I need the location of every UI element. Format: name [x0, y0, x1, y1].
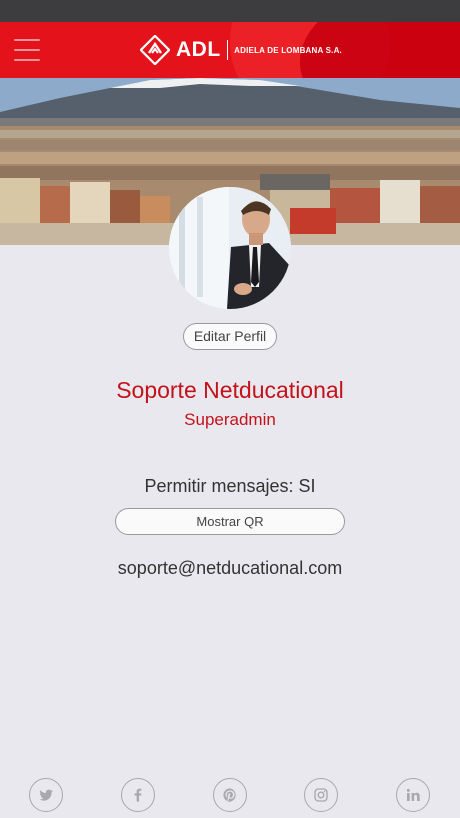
status-bar [0, 0, 460, 22]
linkedin-link[interactable] [396, 778, 430, 812]
logo-subtitle: ADIELA DE LOMBANA S.A. [234, 45, 342, 55]
profile-email: soporte@netducational.com [117, 558, 343, 578]
app-header: ADL ADIELA DE LOMBANA S.A. [0, 22, 460, 78]
instagram-link[interactable] [304, 778, 338, 812]
hamburger-menu-button[interactable] [14, 39, 40, 61]
pinterest-link[interactable] [213, 778, 247, 812]
edit-profile-button[interactable]: Editar Perfil [183, 323, 277, 350]
linkedin-icon [406, 788, 420, 801]
menu-line [14, 59, 40, 61]
profile-name: Soporte Netducational [116, 377, 344, 403]
allow-messages-status: Permitir mensajes: SI [144, 476, 316, 496]
logo-diamond-icon [140, 35, 170, 65]
profile-role: Superadmin [184, 410, 276, 429]
brand-logo: ADL ADIELA DE LOMBANA S.A. [140, 34, 342, 66]
pinterest-icon [223, 788, 236, 802]
profile-avatar [169, 187, 291, 309]
show-qr-button[interactable]: Mostrar QR [115, 508, 345, 535]
twitter-link[interactable] [29, 778, 63, 812]
avatar-photo [169, 187, 291, 309]
twitter-icon [39, 789, 53, 801]
social-links [0, 778, 460, 814]
menu-line [14, 49, 40, 51]
menu-line [14, 39, 40, 41]
facebook-link[interactable] [121, 778, 155, 812]
logo-text: ADL [176, 38, 221, 61]
facebook-icon [134, 788, 142, 802]
logo-separator [226, 40, 229, 60]
instagram-icon [314, 788, 328, 802]
